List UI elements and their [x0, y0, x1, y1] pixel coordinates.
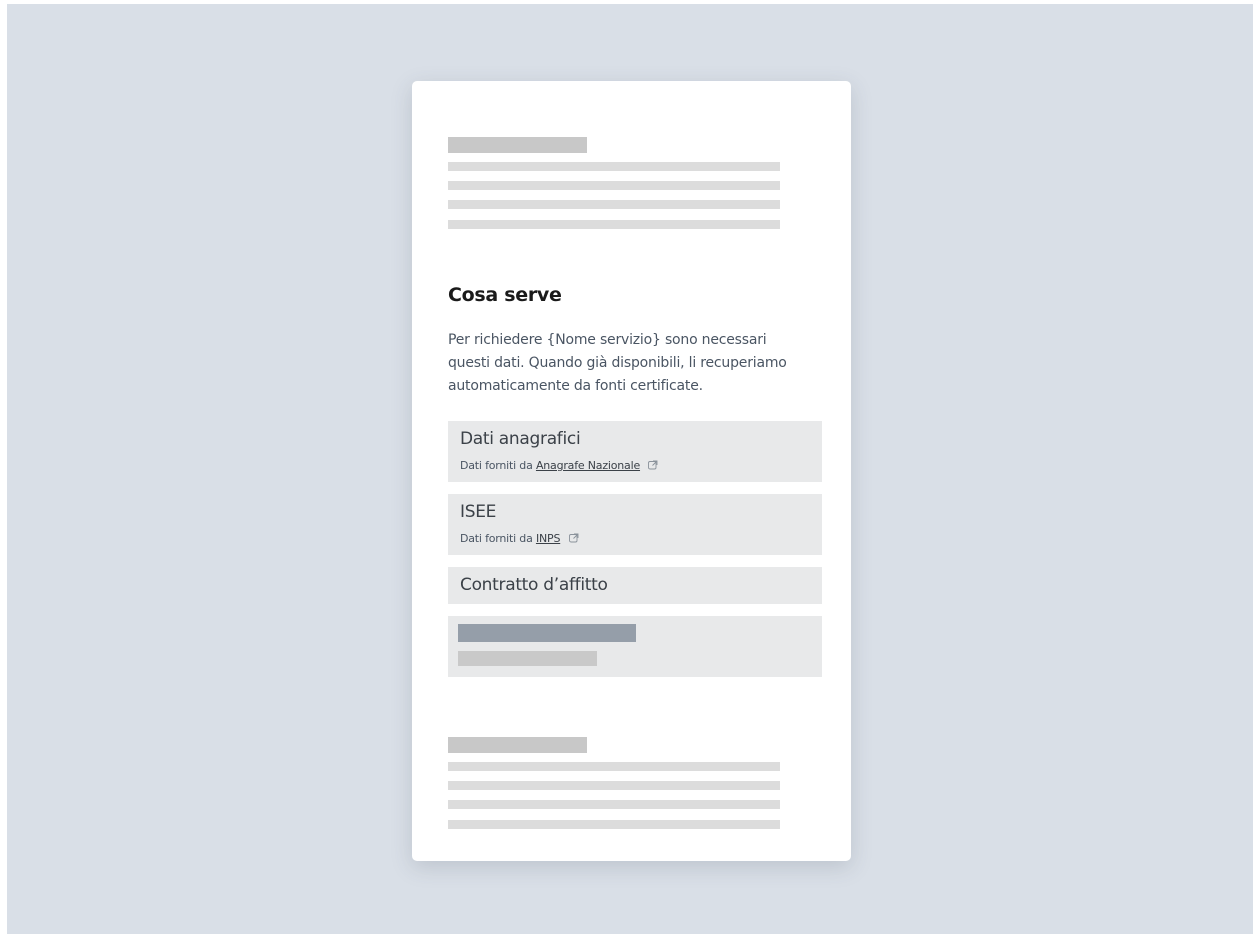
- skeleton-line: [448, 220, 780, 229]
- requirement-title: Dati anagrafici: [460, 429, 581, 449]
- requirement-source: Dati forniti da Anagrafe Nazionale: [460, 459, 658, 472]
- skeleton-heading-top: [448, 137, 587, 153]
- section-intro: Per richiedere {Nome servizio} sono nece…: [448, 332, 787, 394]
- content-card: Cosa serve Per richiedere {Nome servizio…: [412, 81, 851, 861]
- requirement-title: ISEE: [460, 502, 497, 522]
- skeleton-line: [448, 820, 780, 829]
- requirement-title: Contratto d’affitto: [460, 575, 608, 595]
- requirement-source: Dati forniti da INPS: [460, 532, 579, 545]
- external-link-icon[interactable]: [568, 533, 579, 543]
- skeleton-line: [448, 162, 780, 171]
- skeleton-heading-bottom: [448, 737, 587, 753]
- requirement-item-isee: ISEE Dati forniti da INPS: [448, 494, 822, 555]
- section-title: Cosa serve: [448, 284, 562, 306]
- skeleton-line: [448, 181, 780, 190]
- skeleton-item-subtitle: [458, 651, 597, 666]
- skeleton-line: [448, 781, 780, 790]
- requirement-item-placeholder: [448, 616, 822, 677]
- external-link-icon[interactable]: [648, 460, 658, 470]
- requirement-item-dati-anagrafici: Dati anagrafici Dati forniti da Anagrafe…: [448, 421, 822, 482]
- source-link-anagrafe[interactable]: Anagrafe Nazionale: [536, 459, 640, 472]
- source-link-inps[interactable]: INPS: [536, 532, 560, 545]
- requirement-item-contratto: Contratto d’affitto: [448, 567, 822, 604]
- skeleton-line: [448, 800, 780, 809]
- page-background: Cosa serve Per richiedere {Nome servizio…: [7, 4, 1253, 934]
- skeleton-line: [448, 200, 780, 209]
- skeleton-item-title: [458, 624, 636, 642]
- skeleton-line: [448, 762, 780, 771]
